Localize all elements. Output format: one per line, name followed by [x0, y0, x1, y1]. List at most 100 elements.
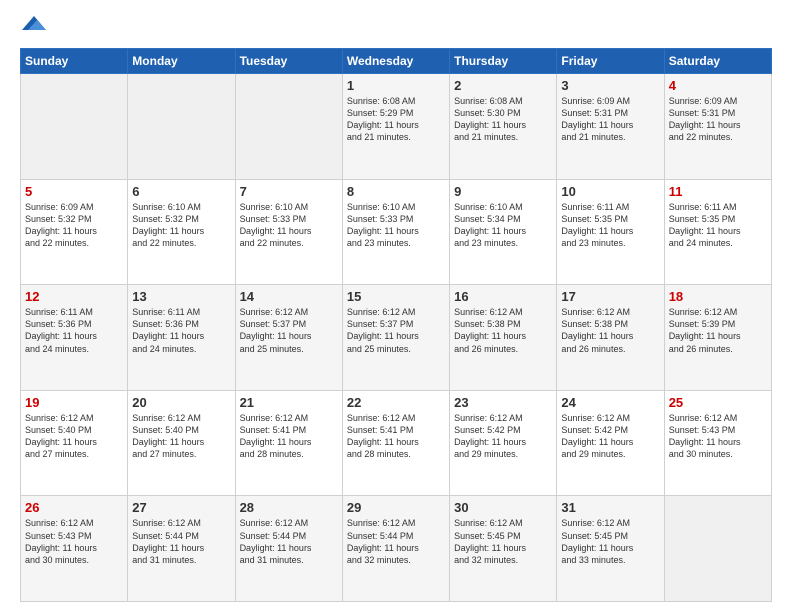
day-info: Sunrise: 6:12 AMSunset: 5:45 PMDaylight:… — [561, 517, 659, 566]
calendar-cell: 22 Sunrise: 6:12 AMSunset: 5:41 PMDayligh… — [342, 390, 449, 496]
day-number: 16 — [454, 289, 552, 304]
calendar-header-row: SundayMondayTuesdayWednesdayThursdayFrid… — [21, 49, 772, 74]
day-info: Sunrise: 6:12 AMSunset: 5:39 PMDaylight:… — [669, 306, 767, 355]
header — [20, 16, 772, 36]
page: SundayMondayTuesdayWednesdayThursdayFrid… — [0, 0, 792, 612]
day-info: Sunrise: 6:09 AMSunset: 5:31 PMDaylight:… — [669, 95, 767, 144]
day-info: Sunrise: 6:11 AMSunset: 5:36 PMDaylight:… — [132, 306, 230, 355]
day-number: 26 — [25, 500, 123, 515]
calendar-cell: 7 Sunrise: 6:10 AMSunset: 5:33 PMDaylight… — [235, 179, 342, 285]
calendar-cell: 6 Sunrise: 6:10 AMSunset: 5:32 PMDaylight… — [128, 179, 235, 285]
calendar-cell: 31 Sunrise: 6:12 AMSunset: 5:45 PMDayligh… — [557, 496, 664, 602]
calendar-cell: 24 Sunrise: 6:12 AMSunset: 5:42 PMDayligh… — [557, 390, 664, 496]
day-number: 21 — [240, 395, 338, 410]
calendar-header-sunday: Sunday — [21, 49, 128, 74]
calendar-header-friday: Friday — [557, 49, 664, 74]
day-number: 8 — [347, 184, 445, 199]
day-number: 31 — [561, 500, 659, 515]
calendar-cell: 2Sunrise: 6:08 AMSunset: 5:30 PMDaylight… — [450, 74, 557, 180]
day-number: 19 — [25, 395, 123, 410]
day-number: 25 — [669, 395, 767, 410]
calendar-week-3: 19 Sunrise: 6:12 AMSunset: 5:40 PMDayligh… — [21, 390, 772, 496]
calendar-cell: 17Sunrise: 6:12 AMSunset: 5:38 PMDayligh… — [557, 285, 664, 391]
calendar-header-saturday: Saturday — [664, 49, 771, 74]
calendar-cell: 12Sunrise: 6:11 AMSunset: 5:36 PMDayligh… — [21, 285, 128, 391]
day-number: 1 — [347, 78, 445, 93]
day-number: 4 — [669, 78, 767, 93]
calendar-cell: 3 Sunrise: 6:09 AMSunset: 5:31 PMDaylight… — [557, 74, 664, 180]
day-info: Sunrise: 6:12 AMSunset: 5:41 PMDaylight:… — [240, 412, 338, 461]
day-info: Sunrise: 6:10 AMSunset: 5:32 PMDaylight:… — [132, 201, 230, 250]
calendar-cell: 10 Sunrise: 6:11 AMSunset: 5:35 PMDayligh… — [557, 179, 664, 285]
day-number: 6 — [132, 184, 230, 199]
day-number: 24 — [561, 395, 659, 410]
day-info: Sunrise: 6:12 AMSunset: 5:44 PMDaylight:… — [240, 517, 338, 566]
day-info: Sunrise: 6:12 AMSunset: 5:40 PMDaylight:… — [132, 412, 230, 461]
day-number: 22 — [347, 395, 445, 410]
day-info: Sunrise: 6:11 AMSunset: 5:35 PMDaylight:… — [669, 201, 767, 250]
day-info: Sunrise: 6:12 AMSunset: 5:42 PMDaylight:… — [561, 412, 659, 461]
day-number: 9 — [454, 184, 552, 199]
calendar-week-2: 12Sunrise: 6:11 AMSunset: 5:36 PMDayligh… — [21, 285, 772, 391]
day-info: Sunrise: 6:10 AMSunset: 5:33 PMDaylight:… — [347, 201, 445, 250]
calendar-cell: 21 Sunrise: 6:12 AMSunset: 5:41 PMDayligh… — [235, 390, 342, 496]
day-number: 15 — [347, 289, 445, 304]
calendar-cell: 8 Sunrise: 6:10 AMSunset: 5:33 PMDaylight… — [342, 179, 449, 285]
calendar-cell: 20 Sunrise: 6:12 AMSunset: 5:40 PMDayligh… — [128, 390, 235, 496]
calendar-cell: 1 Sunrise: 6:08 AMSunset: 5:29 PMDaylight… — [342, 74, 449, 180]
calendar-header-wednesday: Wednesday — [342, 49, 449, 74]
calendar-cell — [21, 74, 128, 180]
day-info: Sunrise: 6:08 AMSunset: 5:30 PMDaylight:… — [454, 95, 552, 144]
calendar-week-4: 26 Sunrise: 6:12 AMSunset: 5:43 PMDayligh… — [21, 496, 772, 602]
day-number: 5 — [25, 184, 123, 199]
calendar-cell: 4 Sunrise: 6:09 AMSunset: 5:31 PMDaylight… — [664, 74, 771, 180]
day-info: Sunrise: 6:12 AMSunset: 5:37 PMDaylight:… — [347, 306, 445, 355]
calendar-cell — [235, 74, 342, 180]
day-number: 10 — [561, 184, 659, 199]
calendar-cell: 19 Sunrise: 6:12 AMSunset: 5:40 PMDayligh… — [21, 390, 128, 496]
day-number: 11 — [669, 184, 767, 199]
calendar-cell — [664, 496, 771, 602]
calendar-cell: 15 Sunrise: 6:12 AMSunset: 5:37 PMDayligh… — [342, 285, 449, 391]
day-number: 3 — [561, 78, 659, 93]
day-number: 28 — [240, 500, 338, 515]
day-info: Sunrise: 6:12 AMSunset: 5:43 PMDaylight:… — [25, 517, 123, 566]
day-number: 13 — [132, 289, 230, 304]
day-info: Sunrise: 6:10 AMSunset: 5:33 PMDaylight:… — [240, 201, 338, 250]
day-info: Sunrise: 6:12 AMSunset: 5:45 PMDaylight:… — [454, 517, 552, 566]
calendar-week-0: 1 Sunrise: 6:08 AMSunset: 5:29 PMDaylight… — [21, 74, 772, 180]
calendar-cell: 26 Sunrise: 6:12 AMSunset: 5:43 PMDayligh… — [21, 496, 128, 602]
day-info: Sunrise: 6:12 AMSunset: 5:44 PMDaylight:… — [132, 517, 230, 566]
day-info: Sunrise: 6:12 AMSunset: 5:40 PMDaylight:… — [25, 412, 123, 461]
logo — [20, 16, 46, 36]
day-number: 23 — [454, 395, 552, 410]
day-number: 29 — [347, 500, 445, 515]
day-info: Sunrise: 6:11 AMSunset: 5:35 PMDaylight:… — [561, 201, 659, 250]
calendar-cell — [128, 74, 235, 180]
calendar-week-1: 5 Sunrise: 6:09 AMSunset: 5:32 PMDaylight… — [21, 179, 772, 285]
day-info: Sunrise: 6:09 AMSunset: 5:32 PMDaylight:… — [25, 201, 123, 250]
calendar-cell: 18 Sunrise: 6:12 AMSunset: 5:39 PMDayligh… — [664, 285, 771, 391]
logo-icon — [22, 12, 46, 36]
day-number: 14 — [240, 289, 338, 304]
day-info: Sunrise: 6:11 AMSunset: 5:36 PMDaylight:… — [25, 306, 123, 355]
day-info: Sunrise: 6:10 AMSunset: 5:34 PMDaylight:… — [454, 201, 552, 250]
day-info: Sunrise: 6:09 AMSunset: 5:31 PMDaylight:… — [561, 95, 659, 144]
calendar-cell: 14 Sunrise: 6:12 AMSunset: 5:37 PMDayligh… — [235, 285, 342, 391]
day-info: Sunrise: 6:12 AMSunset: 5:37 PMDaylight:… — [240, 306, 338, 355]
day-number: 18 — [669, 289, 767, 304]
calendar-cell: 30Sunrise: 6:12 AMSunset: 5:45 PMDayligh… — [450, 496, 557, 602]
calendar-header-tuesday: Tuesday — [235, 49, 342, 74]
day-number: 27 — [132, 500, 230, 515]
calendar-cell: 28 Sunrise: 6:12 AMSunset: 5:44 PMDayligh… — [235, 496, 342, 602]
day-number: 20 — [132, 395, 230, 410]
calendar-cell: 25Sunrise: 6:12 AMSunset: 5:43 PMDayligh… — [664, 390, 771, 496]
calendar-table: SundayMondayTuesdayWednesdayThursdayFrid… — [20, 48, 772, 602]
day-info: Sunrise: 6:12 AMSunset: 5:38 PMDaylight:… — [454, 306, 552, 355]
day-info: Sunrise: 6:08 AMSunset: 5:29 PMDaylight:… — [347, 95, 445, 144]
day-number: 7 — [240, 184, 338, 199]
day-info: Sunrise: 6:12 AMSunset: 5:44 PMDaylight:… — [347, 517, 445, 566]
calendar-cell: 5 Sunrise: 6:09 AMSunset: 5:32 PMDaylight… — [21, 179, 128, 285]
day-info: Sunrise: 6:12 AMSunset: 5:41 PMDaylight:… — [347, 412, 445, 461]
calendar-cell: 9 Sunrise: 6:10 AMSunset: 5:34 PMDaylight… — [450, 179, 557, 285]
